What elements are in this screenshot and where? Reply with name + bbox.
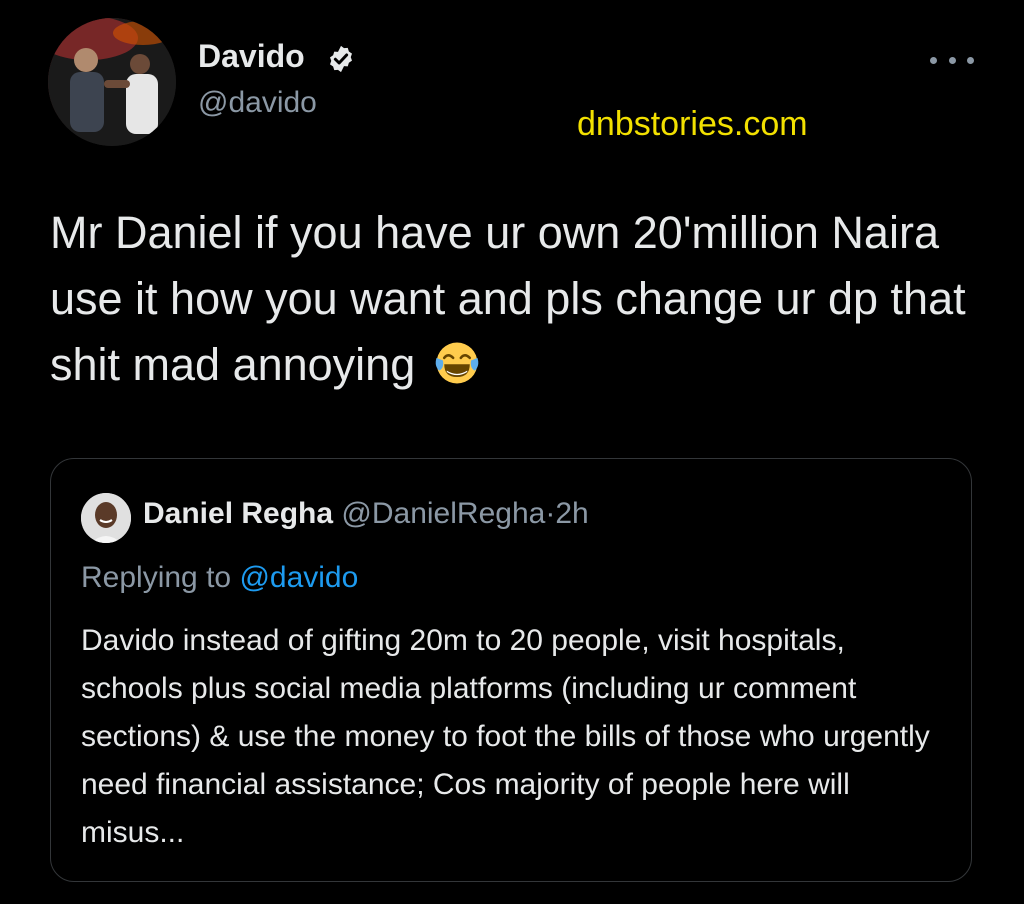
dot — [948, 56, 956, 64]
avatar-photo-icon — [48, 18, 176, 146]
dot — [930, 56, 937, 64]
replying-to-line: Replying to @davido — [81, 561, 358, 595]
author-avatar[interactable] — [48, 18, 176, 146]
quoted-tweet-time[interactable]: 2h — [555, 497, 588, 530]
quoted-tweet-text: Davido instead of gifting 20m to 20 peop… — [81, 624, 930, 849]
tweet-body: Mr Daniel if you have ur own 20'million … — [50, 207, 966, 390]
quoted-author-handle[interactable]: @DanielRegha — [341, 497, 545, 530]
separator-dot: · — [545, 497, 556, 530]
watermark-text: dnbstories.com — [577, 105, 808, 143]
verified-badge-icon — [330, 45, 352, 73]
quoted-tweet-header: Daniel Regha @DanielRegha·2h — [143, 497, 589, 531]
author-name[interactable]: Davido — [198, 38, 305, 75]
tweet-text: Mr Daniel if you have ur own 20'million … — [50, 200, 990, 398]
replying-to-mention[interactable]: @davido — [239, 561, 358, 594]
replying-prefix: Replying to — [81, 561, 232, 594]
quoted-tweet-card[interactable]: Daniel Regha @DanielRegha·2h Replying to… — [50, 458, 972, 882]
face-with-tears-of-joy-icon — [435, 342, 479, 384]
avatar-photo-icon — [81, 493, 131, 543]
quoted-author-avatar[interactable] — [81, 493, 131, 543]
author-handle[interactable]: @davido — [198, 86, 317, 120]
more-options-icon[interactable] — [930, 48, 974, 72]
dot — [967, 56, 974, 64]
quoted-author-name[interactable]: Daniel Regha — [143, 497, 333, 530]
